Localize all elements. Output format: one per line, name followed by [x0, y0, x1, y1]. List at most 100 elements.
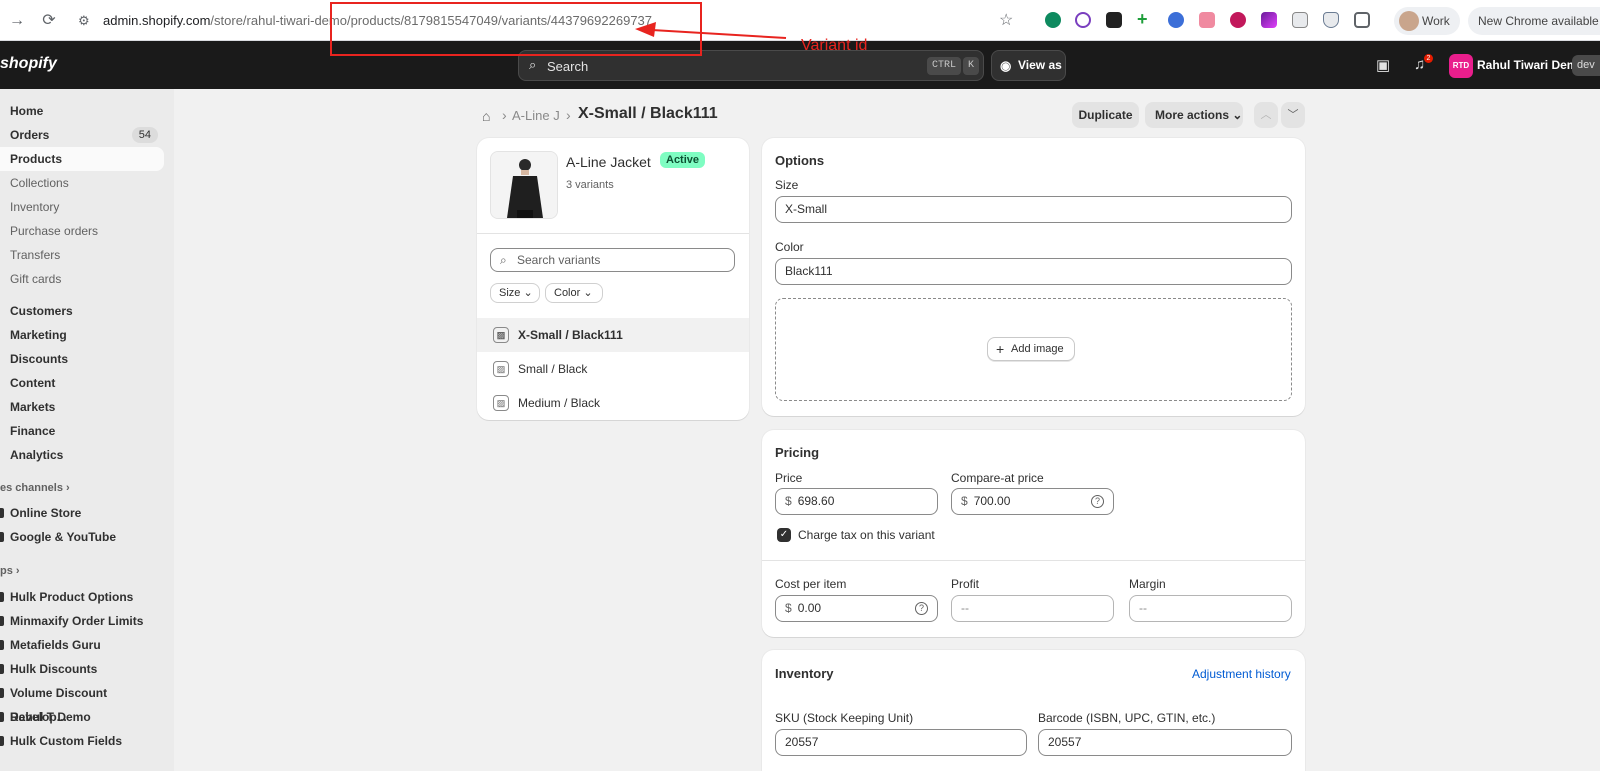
help-icon[interactable]: ?: [1091, 495, 1104, 508]
chevron-up-icon: ︿: [1260, 109, 1272, 121]
sidebar-item-home[interactable]: Home: [0, 99, 164, 123]
price-value: 698.60: [797, 494, 835, 508]
sidebar-app-volume-discount[interactable]: Volume Discount Develop...: [0, 681, 164, 724]
sidebar-item-discounts[interactable]: Discounts: [0, 347, 164, 371]
next-variant-button[interactable]: ﹀: [1281, 102, 1305, 128]
sidebar-app-rahul-t-demo[interactable]: Rahul T Demo: [0, 705, 164, 729]
chevron-down-icon: ⌄: [523, 287, 533, 299]
adjustment-history-link[interactable]: Adjustment history: [1192, 667, 1291, 681]
sidebar-item-online-store[interactable]: Online Store: [0, 501, 164, 525]
sidebar-item-analytics[interactable]: Analytics: [0, 443, 164, 467]
product-thumbnail[interactable]: [490, 151, 558, 219]
sidebar-item-label: Minmaxify Order Limits: [10, 614, 144, 628]
barcode-input[interactable]: 20557: [1038, 729, 1292, 756]
status-badge: Active: [660, 152, 706, 168]
sales-channels-heading[interactable]: es channels ›: [0, 482, 70, 494]
sidebar-app-hulk-product-options[interactable]: Hulk Product Options: [0, 585, 164, 609]
sidebar-app-metafields-guru[interactable]: Metafields Guru: [0, 633, 164, 657]
sidebar-app-hulk-discounts[interactable]: Hulk Discounts: [0, 657, 164, 681]
app-icon: [0, 712, 4, 722]
variant-row[interactable]: ▨ Small / Black: [477, 352, 749, 386]
search-variants-placeholder: Search variants: [517, 253, 601, 267]
search-variants-input[interactable]: ⌕ Search variants: [490, 248, 735, 272]
variant-label: X-Small / Black111: [518, 328, 623, 342]
channel-icon: [0, 532, 4, 542]
sidebar-item-label: Orders: [10, 128, 50, 142]
sidebar-item-label: Purchase orders: [10, 224, 99, 238]
margin-field: --: [1129, 595, 1292, 622]
variant-row[interactable]: ▨ X-Small / Black111: [477, 318, 749, 352]
options-title: Options: [775, 153, 825, 168]
breadcrumb-product-link[interactable]: A-Line J: [512, 108, 560, 123]
duplicate-button[interactable]: Duplicate: [1072, 102, 1139, 128]
sidebar-item-label: Gift cards: [10, 272, 62, 286]
sidebar-item-products[interactable]: Products: [0, 147, 164, 171]
price-input[interactable]: $698.60: [775, 488, 938, 515]
size-input[interactable]: X-Small: [775, 196, 1292, 223]
color-label: Color: [775, 240, 804, 254]
compare-at-price-value: 700.00: [973, 494, 1011, 508]
sidebar-item-label: Finance: [10, 424, 56, 438]
sidebar-item-finance[interactable]: Finance: [0, 419, 164, 443]
sidebar-item-label: Hulk Discounts: [10, 662, 98, 676]
variant-label: Medium / Black: [518, 396, 601, 410]
sidebar-item-label: Online Store: [10, 506, 82, 520]
compare-at-price-input[interactable]: $700.00?: [951, 488, 1114, 515]
options-card: Options Size X-Small Color Black111 + Add…: [762, 138, 1305, 416]
product-name[interactable]: A-Line Jacket: [566, 154, 651, 170]
sidebar-item-label: Discounts: [10, 352, 69, 366]
product-image: [491, 152, 557, 218]
image-placeholder-icon: ▨: [493, 361, 509, 377]
sku-input[interactable]: 20557: [775, 729, 1027, 756]
sidebar-item-label: Collections: [10, 176, 69, 190]
sidebar-item-inventory[interactable]: Inventory: [0, 195, 164, 219]
app-icon: [0, 688, 4, 698]
image-dropzone[interactable]: + Add image: [775, 298, 1292, 401]
sidebar-item-purchase-orders[interactable]: Purchase orders: [0, 219, 164, 243]
price-label: Price: [775, 471, 803, 485]
more-actions-button[interactable]: More actions ⌄: [1145, 102, 1243, 128]
add-image-button[interactable]: + Add image: [987, 337, 1075, 361]
apps-heading[interactable]: ps ›: [0, 565, 20, 577]
sidebar-item-label: Transfers: [10, 248, 61, 262]
section-label: ps: [0, 565, 13, 577]
color-filter-button[interactable]: Color ⌄: [545, 283, 603, 303]
cost-per-item-input[interactable]: $0.00?: [775, 595, 938, 622]
variant-row[interactable]: ▨ Medium / Black: [477, 386, 749, 420]
app-icon: [0, 592, 4, 602]
sidebar-app-minmaxify[interactable]: Minmaxify Order Limits: [0, 609, 164, 633]
chevron-right-icon: ›: [566, 107, 571, 123]
admin-sidebar: Home Orders 54 Products Collections Inven…: [0, 89, 174, 771]
sidebar-item-transfers[interactable]: Transfers: [0, 243, 164, 267]
sidebar-item-collections[interactable]: Collections: [0, 171, 164, 195]
app-icon: [0, 640, 4, 650]
search-icon: ⌕: [500, 253, 507, 267]
charge-tax-checkbox[interactable]: ✓: [777, 528, 791, 542]
charge-tax-label[interactable]: Charge tax on this variant: [798, 528, 935, 542]
chevron-right-icon: ›: [15, 565, 20, 577]
annotation-arrow: [635, 22, 787, 39]
sidebar-item-gift-cards[interactable]: Gift cards: [0, 267, 164, 291]
image-placeholder-icon: ▨: [493, 395, 509, 411]
sidebar-item-label: Hulk Custom Fields: [10, 734, 123, 748]
channel-icon: [0, 508, 4, 518]
sidebar-item-label: Products: [10, 152, 63, 166]
tag-icon[interactable]: ⌂: [482, 108, 490, 124]
sidebar-app-hulk-custom-fields[interactable]: Hulk Custom Fields: [0, 729, 164, 753]
cost-value: 0.00: [797, 601, 822, 615]
previous-variant-button[interactable]: ︿: [1254, 102, 1278, 128]
pricing-card: Pricing Price $698.60 Compare-at price $…: [762, 430, 1305, 637]
color-input[interactable]: Black111: [775, 258, 1292, 285]
app-icon: [0, 616, 4, 626]
inventory-title: Inventory: [775, 666, 834, 681]
sidebar-item-customers[interactable]: Customers: [0, 299, 164, 323]
page-title: X-Small / Black111: [578, 105, 718, 122]
divider: [762, 560, 1305, 561]
size-filter-button[interactable]: Size ⌄: [490, 283, 540, 303]
sidebar-item-orders[interactable]: Orders 54: [0, 123, 164, 147]
sidebar-item-marketing[interactable]: Marketing: [0, 323, 164, 347]
help-icon[interactable]: ?: [915, 602, 928, 615]
sidebar-item-content[interactable]: Content: [0, 371, 164, 395]
sidebar-item-markets[interactable]: Markets: [0, 395, 164, 419]
sidebar-item-google-youtube[interactable]: Google & YouTube: [0, 525, 164, 549]
